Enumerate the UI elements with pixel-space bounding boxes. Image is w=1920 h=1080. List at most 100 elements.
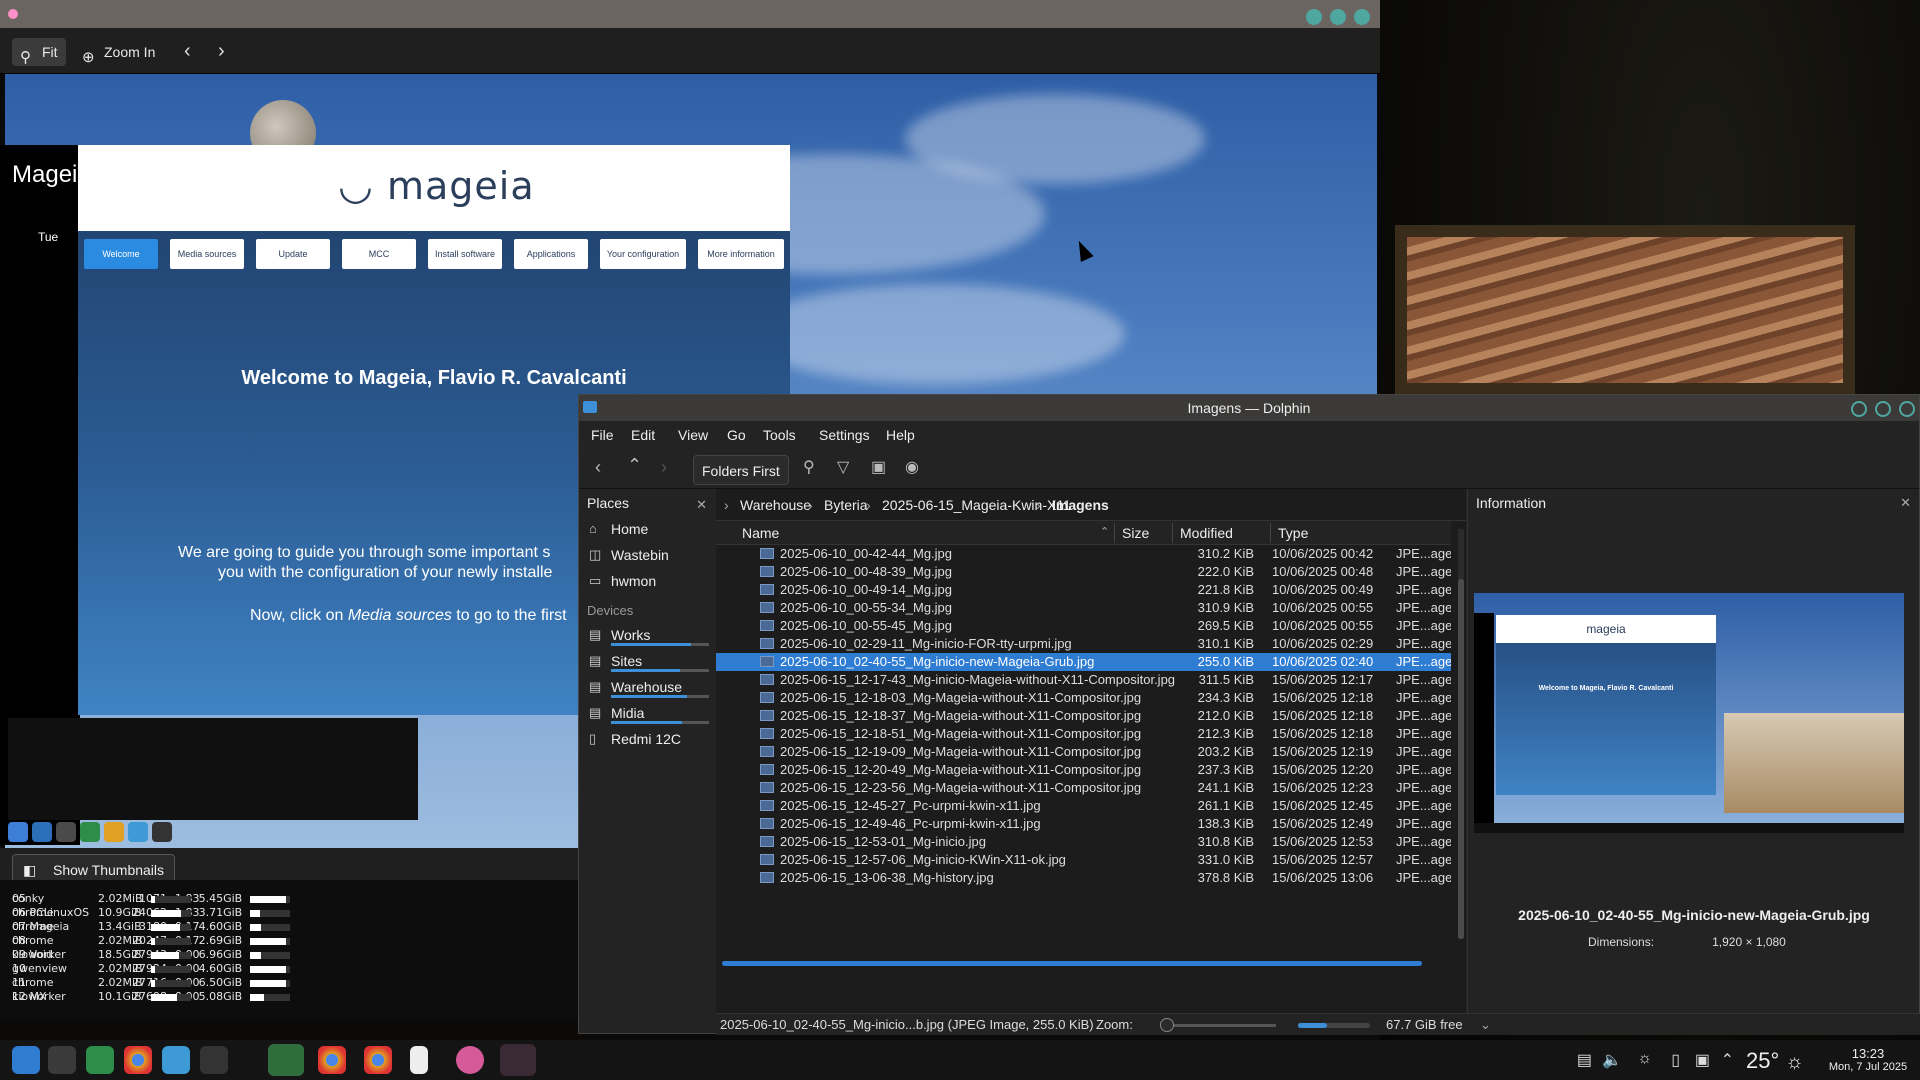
device-works[interactable]: ▤ Works — [587, 623, 711, 647]
menu-view[interactable]: View — [678, 427, 708, 443]
menu-go[interactable]: Go — [727, 427, 746, 443]
task-gwenview-active-icon[interactable] — [500, 1044, 536, 1076]
file-size: 212.0 KiB — [1197, 708, 1254, 723]
previous-arrow-icon[interactable]: ‹ — [184, 40, 191, 63]
file-row[interactable]: 2025-06-10_00-49-14_Mg.jpg 221.8 KiB 10/06… — [716, 581, 1451, 599]
file-row[interactable]: 2025-06-10_02-40-55_Mg-inicio-new-Mageia… — [716, 653, 1451, 671]
minimize-button[interactable] — [1306, 9, 1323, 25]
device-midia[interactable]: ▤ Midia — [587, 701, 711, 725]
menu-help[interactable]: Help — [886, 427, 915, 443]
menu-tools[interactable]: Tools — [763, 427, 796, 443]
app-menu-icon[interactable] — [8, 9, 18, 19]
file-row[interactable]: 2025-06-15_12-18-03_Mg-Mageia-without-X1… — [716, 689, 1451, 707]
task-chrome-icon[interactable] — [364, 1046, 392, 1074]
clipboard-icon[interactable]: ▤ — [1577, 1050, 1592, 1070]
gwenview-titlebar[interactable] — [0, 0, 1380, 28]
file-row[interactable]: 2025-06-15_12-18-51_Mg-Mageia-without-X1… — [716, 725, 1451, 743]
brightness-icon[interactable]: ☼ — [1637, 1050, 1652, 1068]
preview-eye-icon[interactable]: ◉ — [905, 457, 919, 477]
new-folder-icon[interactable]: ▣ — [871, 457, 886, 477]
crumb-byteria[interactable]: Byteria — [824, 497, 868, 513]
file-row[interactable]: 2025-06-15_12-18-37_Mg-Mageia-without-X1… — [716, 707, 1451, 725]
close-icon[interactable]: ✕ — [1900, 495, 1911, 511]
folders-first-button[interactable]: Folders First — [693, 455, 789, 485]
maximize-button[interactable] — [1875, 401, 1892, 417]
crumb-mageia-kwin[interactable]: 2025-06-15_Mageia-Kwin-X11 — [882, 497, 1071, 513]
filter-icon[interactable]: ▽ — [837, 457, 849, 477]
network-icon[interactable] — [162, 1046, 190, 1074]
free-space-label[interactable]: 67.7 GiB free — [1386, 1017, 1463, 1032]
task-chrome-icon[interactable] — [318, 1046, 346, 1074]
file-row[interactable]: 2025-06-10_00-55-45_Mg.jpg 269.5 KiB 10/06… — [716, 617, 1451, 635]
file-type: JPE...age — [1396, 798, 1451, 813]
network-icon[interactable]: ▣ — [1695, 1050, 1710, 1070]
file-row[interactable]: 2025-06-10_00-42-44_Mg.jpg 310.2 KiB 10/06… — [716, 545, 1451, 563]
file-row[interactable]: 2025-06-15_12-53-01_Mg-inicio.jpg 310.8 K… — [716, 833, 1451, 851]
device-warehouse[interactable]: ▤ Warehouse — [587, 675, 711, 699]
menu-settings[interactable]: Settings — [819, 427, 870, 443]
close-icon[interactable]: ✕ — [696, 497, 707, 513]
chevron-down-icon[interactable]: ⌄ — [1480, 1017, 1491, 1033]
dolphin-titlebar[interactable]: Imagens — Dolphin — [579, 395, 1919, 421]
next-arrow-icon[interactable]: › — [218, 40, 225, 63]
fit-button[interactable]: ⚲ Fit — [12, 38, 66, 66]
zoom-in-button[interactable]: ⊕ Zoom In — [74, 38, 163, 66]
crumb-imagens[interactable]: Imagens — [1052, 497, 1109, 513]
mageia-tab-more-information: More information — [698, 239, 784, 269]
column-name[interactable]: Name — [742, 525, 779, 541]
weather-widget[interactable]: 25° ☼ — [1746, 1048, 1804, 1074]
file-row[interactable]: 2025-06-10_02-29-11_Mg-inicio-FOR-tty-ur… — [716, 635, 1451, 653]
search-icon[interactable]: ⚲ — [803, 457, 815, 477]
up-icon[interactable]: ⌃ — [627, 455, 642, 476]
place-hwmon[interactable]: ▭ hwmon — [587, 569, 711, 593]
konsole-icon[interactable] — [200, 1046, 228, 1074]
chrome-icon[interactable] — [124, 1046, 152, 1074]
place-home[interactable]: ⌂ Home — [587, 517, 711, 541]
terminal-icon[interactable] — [48, 1046, 76, 1074]
column-modified[interactable]: Modified — [1180, 525, 1233, 541]
vertical-scrollbar[interactable] — [1458, 529, 1464, 939]
column-size[interactable]: Size — [1122, 525, 1149, 541]
file-size: 331.0 KiB — [1197, 852, 1254, 867]
battery-icon[interactable]: ▯ — [1671, 1050, 1680, 1070]
file-row[interactable]: 2025-06-10_00-48-39_Mg.jpg 222.0 KiB 10/06… — [716, 563, 1451, 581]
file-row[interactable]: 2025-06-15_12-57-06_Mg-inicio-KWin-X11-o… — [716, 851, 1451, 869]
place-wastebin[interactable]: ◫ Wastebin — [587, 543, 711, 567]
zoom-slider-handle[interactable] — [1160, 1018, 1174, 1032]
file-row[interactable]: 2025-06-15_12-19-09_Mg-Mageia-without-X1… — [716, 743, 1451, 761]
file-row[interactable]: 2025-06-15_12-17-43_Mg-inicio-Mageia-wit… — [716, 671, 1451, 689]
menu-edit[interactable]: Edit — [631, 427, 655, 443]
drive-icon: ▤ — [589, 679, 602, 694]
file-row[interactable]: 2025-06-15_13-06-38_Mg-history.jpg 378.8 … — [716, 869, 1451, 887]
back-icon[interactable]: ‹ — [595, 457, 601, 478]
task-document-icon[interactable] — [410, 1046, 428, 1074]
volume-icon[interactable]: 🔈 — [1602, 1050, 1622, 1070]
file-row[interactable]: 2025-06-15_12-23-56_Mg-Mageia-without-X1… — [716, 779, 1451, 797]
file-size: 241.1 KiB — [1197, 780, 1254, 795]
crumb-warehouse[interactable]: Warehouse — [740, 497, 811, 513]
column-type[interactable]: Type — [1278, 525, 1308, 541]
maximize-button[interactable] — [1330, 9, 1347, 25]
clock[interactable]: 13:23 Mon, 7 Jul 2025 — [1824, 1046, 1912, 1073]
file-row[interactable]: 2025-06-10_00-55-34_Mg.jpg 310.9 KiB 10/06… — [716, 599, 1451, 617]
chevron-right-icon: › — [808, 497, 813, 513]
forward-icon[interactable]: › — [661, 457, 667, 478]
file-row[interactable]: 2025-06-15_12-49-46_Pc-urpmi-kwin-x11.jp… — [716, 815, 1451, 833]
close-button[interactable] — [1354, 9, 1370, 25]
image-thumbnail-icon — [760, 728, 774, 739]
close-button[interactable] — [1899, 401, 1915, 417]
file-row[interactable]: 2025-06-15_12-45-27_Pc-urpmi-kwin-x11.jp… — [716, 797, 1451, 815]
minimize-button[interactable] — [1851, 401, 1868, 417]
horizontal-scrollbar[interactable] — [722, 961, 1422, 966]
file-modified: 15/06/2025 12:20 — [1272, 762, 1374, 777]
task-gwenview-icon[interactable] — [456, 1046, 484, 1074]
file-manager-icon[interactable] — [86, 1046, 114, 1074]
app-launcher-icon[interactable] — [12, 1046, 40, 1074]
zoom-slider[interactable] — [1166, 1024, 1276, 1027]
device-redmi[interactable]: ▯ Redmi 12C — [587, 727, 711, 751]
menu-file[interactable]: File — [591, 427, 614, 443]
file-row[interactable]: 2025-06-15_12-20-49_Mg-Mageia-without-X1… — [716, 761, 1451, 779]
chevron-up-icon[interactable]: ⌃ — [1721, 1050, 1734, 1070]
device-sites[interactable]: ▤ Sites — [587, 649, 711, 673]
task-dolphin-icon[interactable] — [268, 1044, 304, 1076]
